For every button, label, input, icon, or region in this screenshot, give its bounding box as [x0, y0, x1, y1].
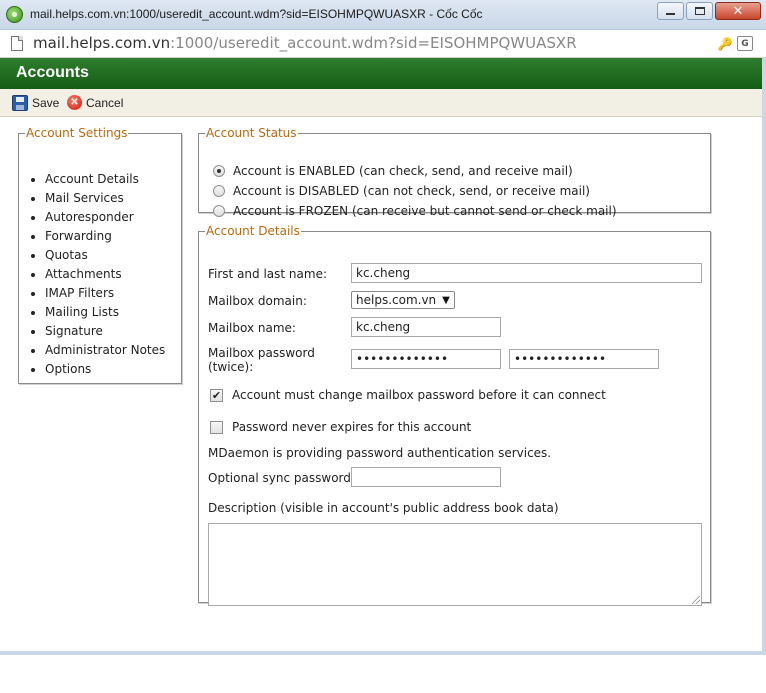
url-host: mail.helps.com.vn — [33, 34, 171, 52]
settings-item-options[interactable]: Options — [45, 360, 165, 379]
settings-item-mail-services[interactable]: Mail Services — [45, 189, 165, 208]
description-textarea[interactable] — [208, 523, 702, 606]
save-label: Save — [32, 96, 60, 110]
settings-nav-list: Account Details Mail Services Autorespon… — [19, 170, 165, 379]
window-title: mail.helps.com.vn:1000/useredit_account.… — [30, 7, 483, 21]
window-frame-right — [762, 58, 766, 655]
password-never-expires-checkbox[interactable] — [210, 420, 223, 434]
password-never-expires-option[interactable]: Password never expires for this account — [210, 419, 471, 435]
cancel-button[interactable]: ✕ Cancel — [67, 95, 123, 110]
settings-item-autoresponder[interactable]: Autoresponder — [45, 208, 165, 227]
sync-password-label: Optional sync password: — [208, 471, 355, 485]
window-titlebar: mail.helps.com.vn:1000/useredit_account.… — [0, 0, 766, 30]
resize-grip-icon[interactable] — [692, 596, 700, 604]
settings-item-signature[interactable]: Signature — [45, 322, 165, 341]
settings-item-imap-filters[interactable]: IMAP Filters — [45, 284, 165, 303]
status-enabled-radio[interactable] — [213, 165, 225, 177]
address-bar[interactable]: mail.helps.com.vn:1000/useredit_account.… — [0, 30, 766, 58]
close-button[interactable]: ✕ — [715, 2, 761, 20]
mailbox-domain-select[interactable]: helps.com.vn ▼ — [351, 291, 455, 309]
settings-item-quotas[interactable]: Quotas — [45, 246, 165, 265]
mailbox-password-input[interactable]: ••••••••••••• — [351, 349, 501, 369]
desktop-background — [0, 655, 766, 693]
url-text[interactable]: mail.helps.com.vn:1000/useredit_account.… — [33, 34, 577, 52]
cancel-label: Cancel — [86, 95, 124, 110]
status-disabled-option[interactable]: Account is DISABLED (can not check, send… — [213, 182, 590, 200]
close-icon: ✕ — [732, 3, 744, 19]
maximize-button[interactable] — [686, 2, 713, 20]
settings-item-mailing-lists[interactable]: Mailing Lists — [45, 303, 165, 322]
status-disabled-radio[interactable] — [213, 185, 225, 197]
description-label: Description (visible in account's public… — [208, 501, 559, 515]
password-never-expires-label: Password never expires for this account — [232, 420, 472, 434]
account-status-panel: Account Status Account is ENABLED (can c… — [198, 126, 711, 218]
mailbox-domain-label: Mailbox domain: — [208, 294, 307, 308]
mailbox-domain-value: helps.com.vn — [356, 293, 437, 307]
page-icon — [11, 36, 23, 51]
status-frozen-label: Account is FROZEN (can receive but canno… — [233, 204, 617, 218]
must-change-password-option[interactable]: ✔ Account must change mailbox password b… — [210, 387, 606, 403]
dropdown-arrow-icon: ▼ — [442, 294, 450, 306]
status-frozen-option[interactable]: Account is FROZEN (can receive but canno… — [213, 202, 617, 220]
save-button[interactable]: Save — [12, 95, 59, 111]
page-title: Accounts — [16, 64, 89, 81]
key-icon[interactable]: 🔑 — [717, 36, 733, 51]
cancel-icon: ✕ — [67, 95, 82, 110]
page-header: Accounts — [0, 58, 762, 89]
browser-logo-icon — [6, 6, 23, 23]
maximize-icon — [694, 7, 705, 15]
settings-item-account-details[interactable]: Account Details — [45, 170, 165, 189]
account-status-legend: Account Status — [206, 126, 297, 140]
status-disabled-label: Account is DISABLED (can not check, send… — [233, 184, 590, 198]
account-settings-legend: Account Settings — [26, 126, 128, 140]
status-enabled-option[interactable]: Account is ENABLED (can check, send, and… — [213, 162, 573, 180]
account-details-panel: Account Details First and last name: kc.… — [198, 224, 711, 606]
toolbar: Save ✕ Cancel — [0, 89, 762, 117]
mailbox-password-label-line1: Mailbox password — [208, 346, 315, 360]
status-frozen-radio[interactable] — [213, 205, 225, 217]
settings-item-forwarding[interactable]: Forwarding — [45, 227, 165, 246]
mailbox-name-label: Mailbox name: — [208, 321, 296, 335]
url-path: :1000/useredit_account.wdm?sid=EISOHMPQW… — [170, 34, 577, 52]
auth-service-note: MDaemon is providing password authentica… — [208, 446, 552, 460]
minimize-button[interactable] — [657, 2, 684, 20]
full-name-label: First and last name: — [208, 267, 327, 281]
settings-item-attachments[interactable]: Attachments — [45, 265, 165, 284]
full-name-input[interactable]: kc.cheng — [351, 263, 702, 283]
must-change-password-checkbox[interactable]: ✔ — [210, 388, 223, 402]
must-change-password-label: Account must change mailbox password bef… — [232, 388, 606, 402]
settings-item-administrator-notes[interactable]: Administrator Notes — [45, 341, 165, 360]
translate-icon[interactable]: G — [737, 36, 753, 51]
account-settings-panel: Account Settings Account Details Mail Se… — [18, 126, 182, 384]
mailbox-name-input[interactable]: kc.cheng — [351, 317, 501, 337]
status-enabled-label: Account is ENABLED (can check, send, and… — [233, 164, 573, 178]
mailbox-password-label-line2: (twice): — [208, 360, 254, 374]
mailbox-password-label: Mailbox password (twice): — [208, 346, 315, 374]
floppy-disk-icon — [12, 95, 28, 111]
account-details-legend: Account Details — [206, 224, 300, 238]
minimize-icon — [666, 13, 675, 15]
sync-password-input[interactable] — [351, 467, 501, 487]
mailbox-password-confirm-input[interactable]: ••••••••••••• — [509, 349, 659, 369]
